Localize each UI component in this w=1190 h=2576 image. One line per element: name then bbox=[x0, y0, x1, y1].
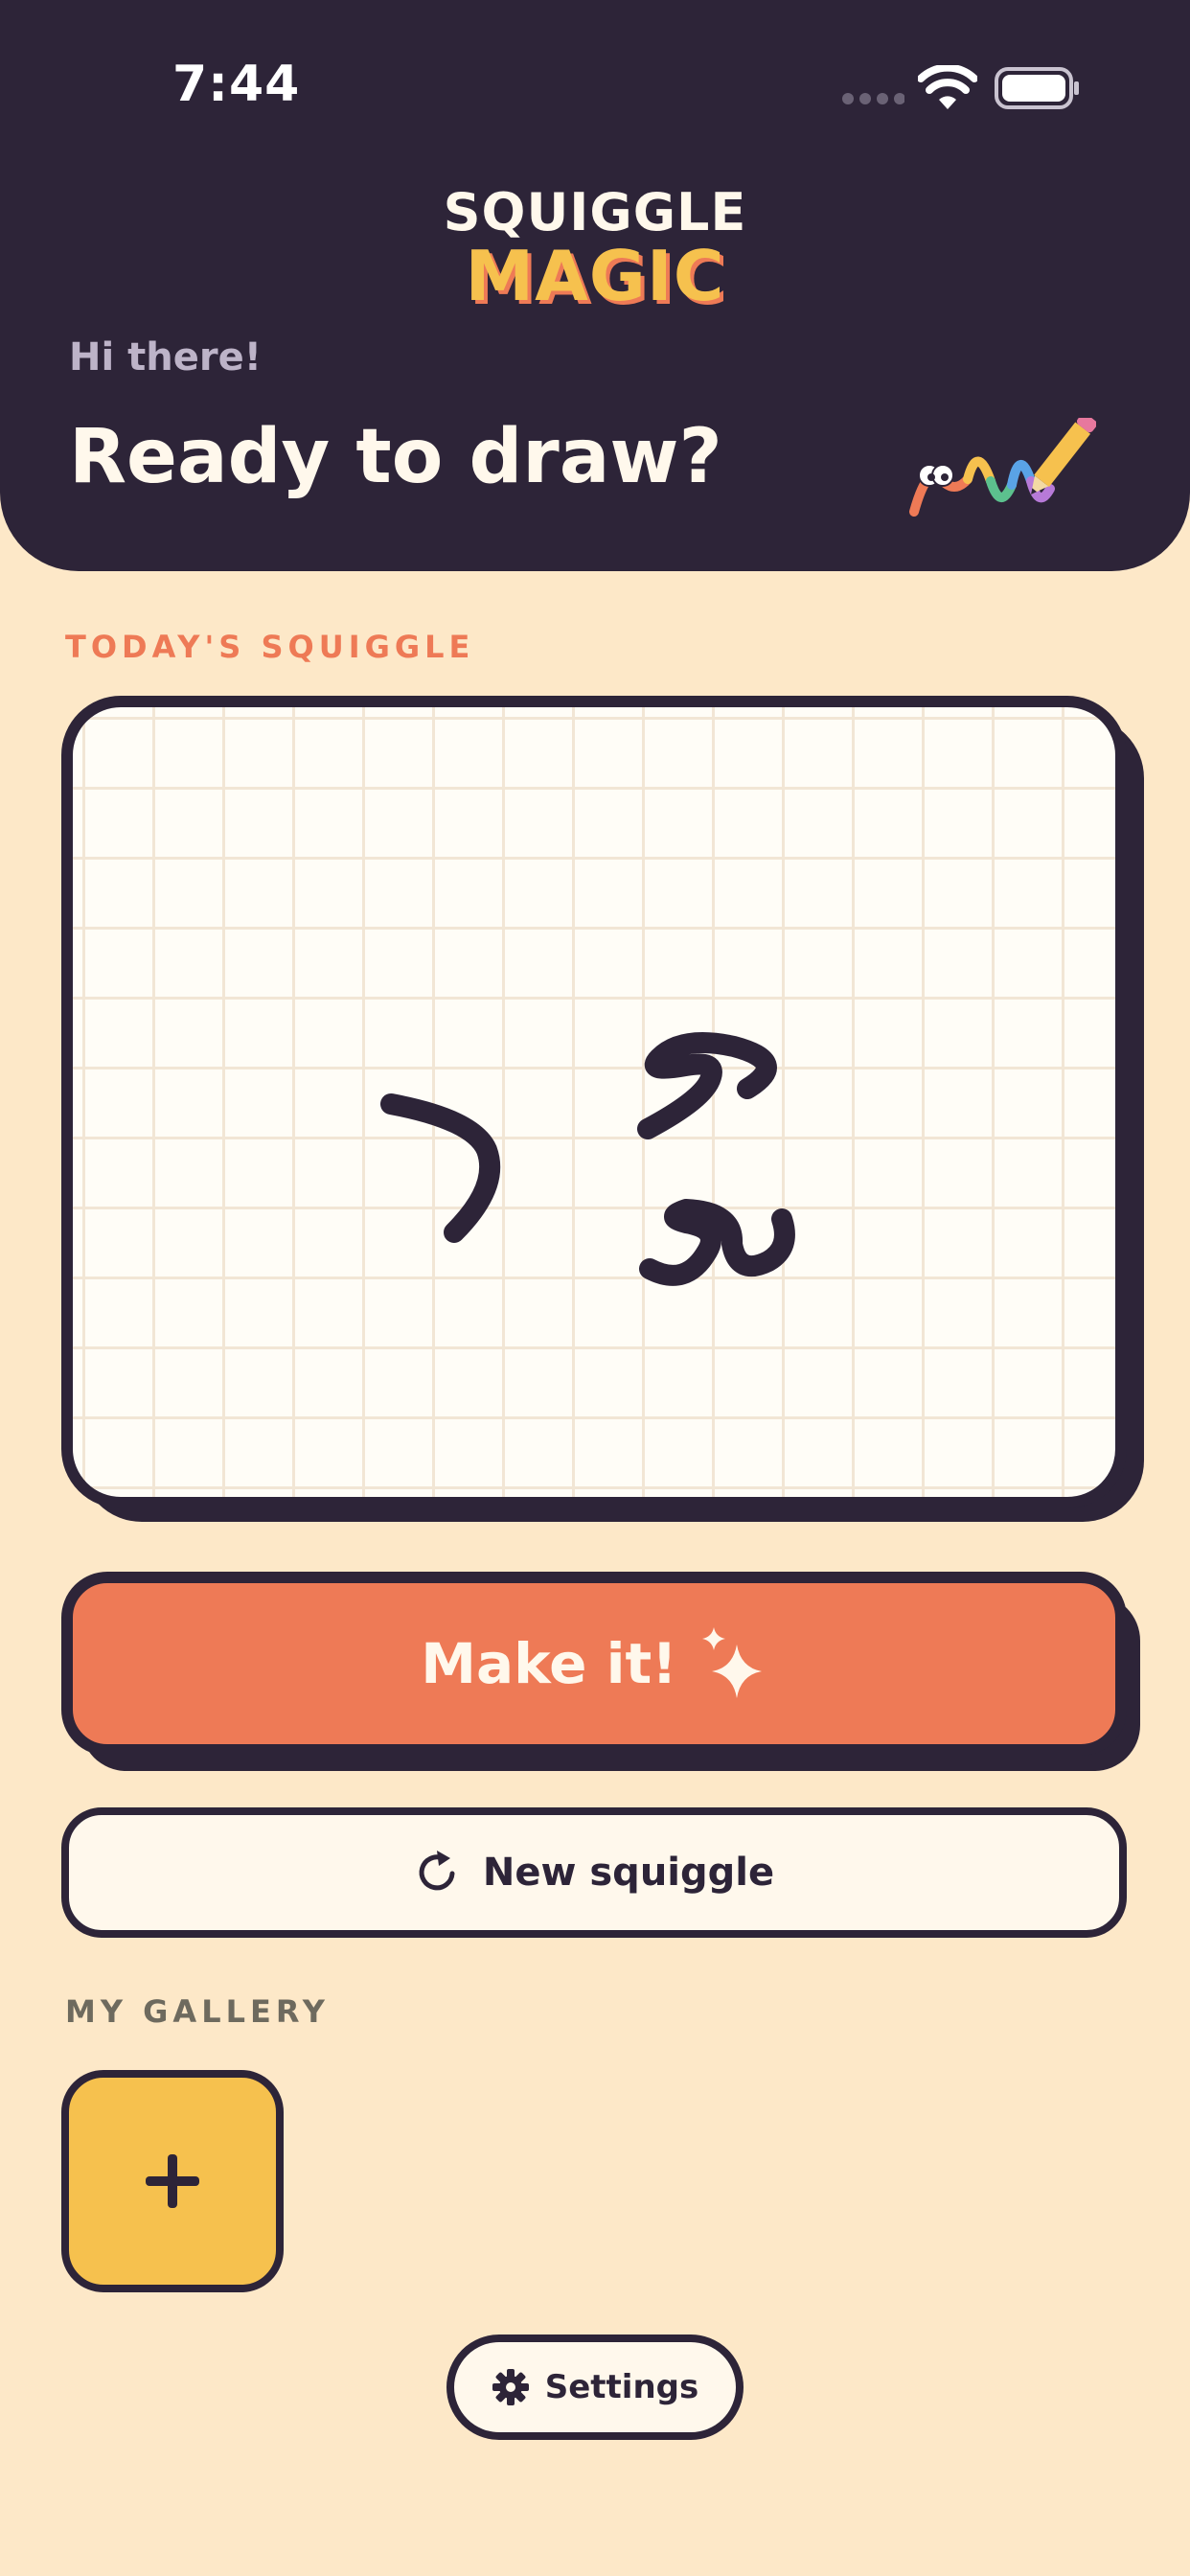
squiggle-drawing bbox=[380, 1032, 795, 1286]
status-time: 7:44 bbox=[172, 56, 301, 113]
settings-label: Settings bbox=[544, 2368, 699, 2406]
squiggle-canvas[interactable] bbox=[61, 696, 1127, 1508]
battery-icon bbox=[995, 67, 1079, 109]
plus-icon bbox=[146, 2154, 199, 2208]
logo-text-bottom: MAGIC bbox=[465, 236, 725, 316]
sparkles-icon bbox=[701, 1627, 762, 1698]
section-label-gallery: MY GALLERY bbox=[65, 1993, 330, 2030]
page-title: Ready to draw? bbox=[69, 414, 722, 500]
new-squiggle-label: New squiggle bbox=[482, 1851, 775, 1895]
wifi-icon bbox=[918, 65, 977, 109]
rainbow-worm-pencil-icon bbox=[909, 418, 1096, 517]
greeting: Hi there! bbox=[69, 335, 262, 380]
gallery-add-tile[interactable] bbox=[61, 2070, 284, 2292]
make-it-label: Make it! bbox=[421, 1631, 677, 1696]
new-squiggle-button[interactable]: New squiggle bbox=[61, 1807, 1127, 1938]
make-it-button[interactable]: Make it! bbox=[61, 1572, 1127, 1756]
settings-button[interactable]: Settings bbox=[446, 2334, 744, 2440]
section-label-today: TODAY'S SQUIGGLE bbox=[65, 629, 475, 665]
logo-text-top: SQUIGGLE bbox=[443, 182, 747, 242]
signal-dots-icon bbox=[842, 93, 904, 104]
refresh-icon bbox=[419, 1851, 455, 1891]
gear-icon bbox=[492, 2369, 529, 2405]
